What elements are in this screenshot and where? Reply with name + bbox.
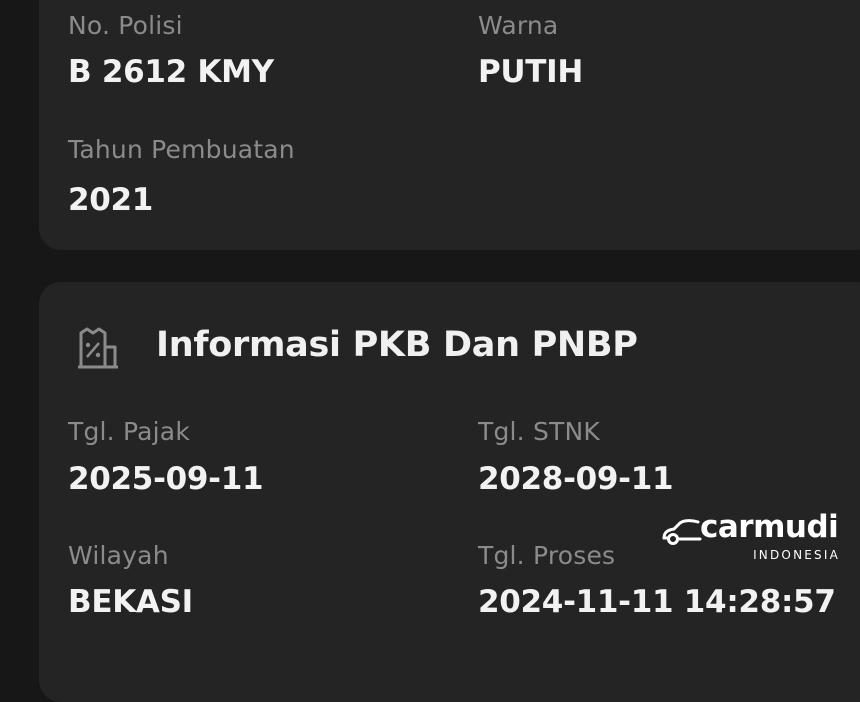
watermark-subtitle: INDONESIA: [753, 548, 840, 562]
process-date-label: Tgl. Proses: [478, 541, 616, 570]
section-title: Informasi PKB Dan PNBP: [156, 325, 638, 365]
plate-number-value: B 2612 KMY: [68, 54, 274, 90]
color-value: PUTIH: [478, 54, 584, 90]
plate-number-label: No. Polisi: [68, 11, 183, 40]
manufacture-year-value: 2021: [68, 182, 154, 218]
vehicle-info-card: No. Polisi B 2612 KMY Warna PUTIH Tahun …: [39, 0, 860, 250]
manufacture-year-label: Tahun Pembuatan: [68, 135, 295, 164]
stnk-date-label: Tgl. STNK: [478, 417, 601, 446]
tax-date-value: 2025-09-11: [68, 461, 264, 497]
region-label: Wilayah: [68, 541, 169, 570]
process-date-value: 2024-11-11 14:28:57: [478, 584, 836, 620]
stnk-date-value: 2028-09-11: [478, 461, 674, 497]
carmudi-watermark: carmudi INDONESIA: [662, 509, 840, 563]
car-logo-icon: [662, 519, 702, 545]
pkb-info-card: Informasi PKB Dan PNBP Tgl. Pajak 2025-0…: [39, 282, 860, 702]
watermark-brand: carmudi: [700, 509, 839, 545]
tax-date-label: Tgl. Pajak: [68, 417, 190, 446]
region-value: BEKASI: [68, 584, 193, 620]
color-label: Warna: [478, 11, 559, 40]
tax-document-icon: [78, 327, 118, 369]
